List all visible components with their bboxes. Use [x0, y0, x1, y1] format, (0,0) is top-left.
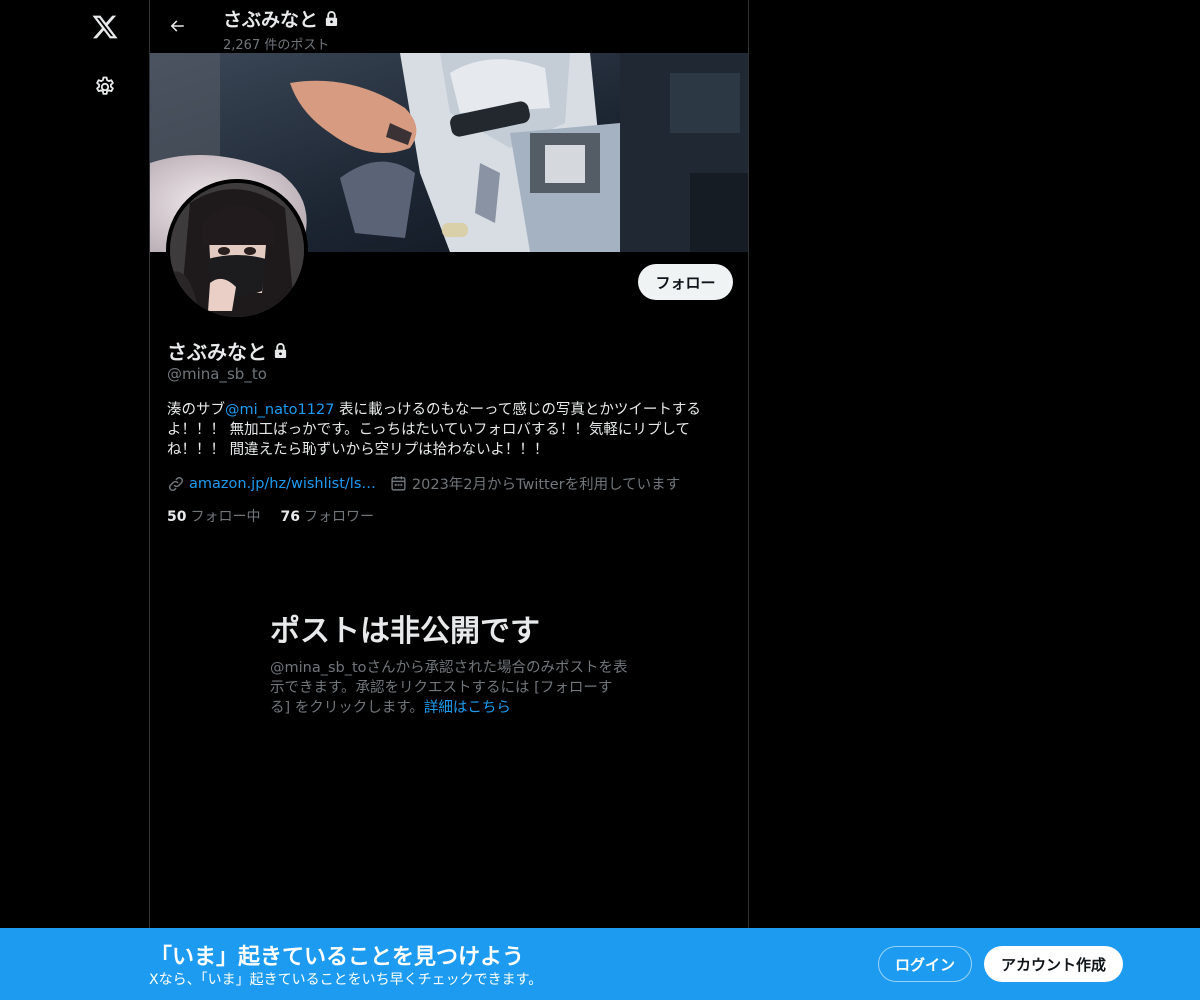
private-posts-notice: ポストは非公開です @mina_sb_toさんから承認された場合のみポストを表示…: [270, 612, 630, 718]
private-title: ポストは非公開です: [270, 614, 540, 649]
learn-more-link[interactable]: 詳細はこちら: [424, 700, 511, 716]
link-icon: [168, 476, 184, 491]
arrow-left-icon: [170, 20, 184, 32]
followers-link[interactable]: 76 フォロワー: [280, 506, 373, 526]
following-link[interactable]: 50 フォロー中: [167, 506, 260, 526]
login-button[interactable]: ログイン: [878, 946, 972, 982]
profile-meta: amazon.jp/hz/wishlist/ls… 2023年2月からTwitt…: [167, 473, 680, 494]
display-name-text: さぶみなと: [167, 340, 267, 364]
left-nav: [0, 0, 150, 1000]
signup-banner-subtitle: Xなら、「いま」起きていることをいち早くチェックできます。: [149, 972, 543, 988]
signup-banner-title: 「いま」起きていることを見つけよう: [150, 945, 525, 970]
calendar-icon: [391, 476, 406, 491]
following-label: フォロー中: [190, 509, 261, 525]
post-count: 2,267 件のポスト: [223, 38, 330, 53]
create-account-button[interactable]: アカウント作成: [984, 946, 1123, 982]
followers-label: フォロワー: [303, 509, 374, 525]
joined-text: 2023年2月からTwitterを利用しています: [411, 477, 681, 493]
back-button[interactable]: [160, 9, 194, 43]
website-text: amazon.jp/hz/wishlist/ls…: [189, 475, 376, 492]
profile-joined-date: 2023年2月からTwitterを利用しています: [390, 473, 680, 494]
profile-display-name: さぶみなと: [167, 336, 288, 365]
profile-handle: @mina_sb_to: [167, 365, 267, 383]
follow-button[interactable]: フォロー: [638, 264, 733, 300]
followers-count: 76: [280, 509, 300, 525]
following-count: 50: [167, 509, 187, 525]
bio-mention-link[interactable]: @mi_nato1127: [225, 402, 334, 418]
profile-column: さぶみなと 2,267 件のポスト フォロー さぶみなと @mina_sb_to…: [149, 0, 749, 1000]
page: さぶみなと 2,267 件のポスト フォロー さぶみなと @mina_sb_to…: [0, 0, 1200, 1000]
lock-icon: [274, 343, 287, 358]
x-logo-icon[interactable]: [81, 3, 129, 51]
gear-icon[interactable]: [81, 63, 129, 111]
header-display-name: さぶみなと: [223, 5, 339, 32]
profile-stats: 50 フォロー中 76 フォロワー: [167, 506, 374, 526]
bio-text-pre: 湊のサブ: [167, 402, 225, 418]
private-description: @mina_sb_toさんから承認された場合のみポストを表示できます。承認をリク…: [270, 658, 630, 718]
lock-icon: [325, 11, 338, 26]
header-name-text: さぶみなと: [223, 9, 319, 31]
profile-header-bar: さぶみなと 2,267 件のポスト: [150, 0, 748, 53]
profile-website-link[interactable]: amazon.jp/hz/wishlist/ls…: [167, 475, 376, 493]
profile-bio: 湊のサブ@mi_nato1127 表に載っけるのもなーって感じの写真とかツイート…: [167, 400, 732, 460]
profile-avatar[interactable]: [166, 179, 308, 321]
